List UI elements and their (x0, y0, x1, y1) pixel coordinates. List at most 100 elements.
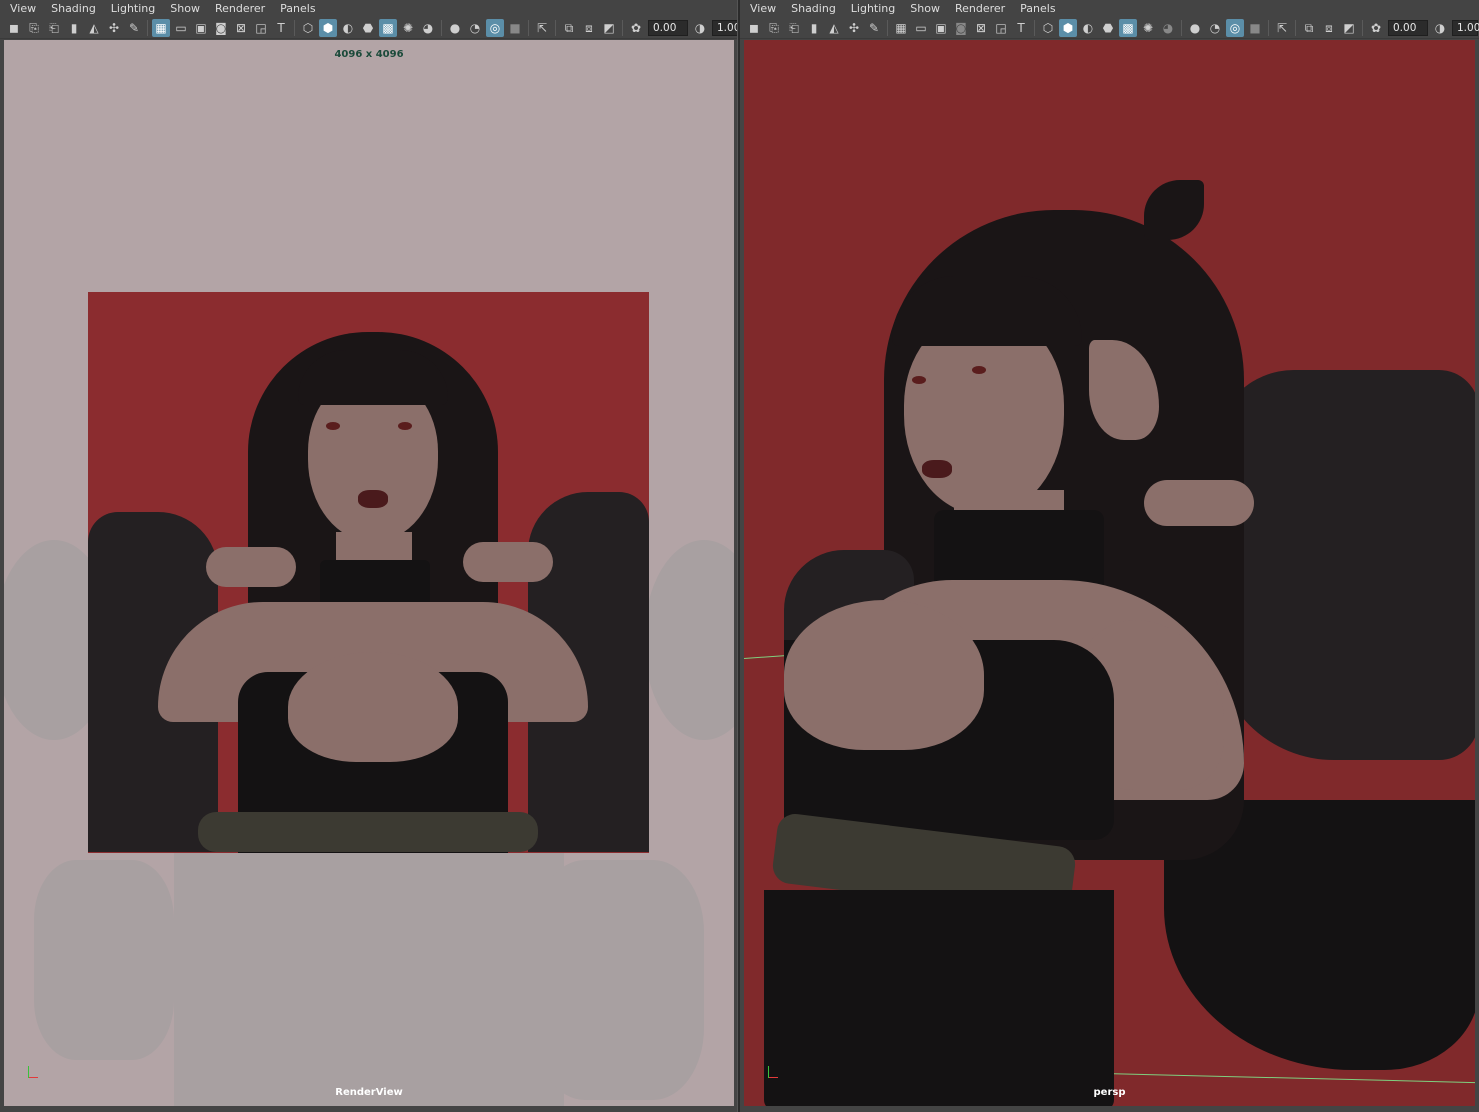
bangs (892, 276, 1082, 346)
menu-renderer[interactable]: Renderer (955, 2, 1005, 15)
smooth-shade-icon[interactable]: ⬢ (319, 18, 337, 37)
xray-active-icon[interactable]: ⧈ (580, 19, 598, 37)
select-camera-icon[interactable]: ◼ (5, 19, 23, 37)
menu-show[interactable]: Show (170, 2, 200, 15)
wireframe-icon[interactable]: ⬡ (299, 19, 317, 37)
camera-attributes-icon[interactable]: ⎘ (25, 19, 43, 37)
toolbar-separator (887, 19, 888, 36)
camera-name-label: RenderView (335, 1087, 403, 1098)
default-material-icon[interactable]: ◐ (339, 19, 357, 37)
gate-mask-icon[interactable]: ◙ (212, 19, 230, 37)
panel-menu-bar: View Shading Lighting Show Renderer Pane… (0, 0, 738, 17)
toolbar-separator (528, 19, 529, 36)
xray-icon[interactable]: ▩ (379, 18, 397, 37)
camera-bookmark-icon[interactable]: ⎗ (785, 19, 803, 37)
menu-shading[interactable]: Shading (791, 2, 836, 15)
screen-space-ao-icon[interactable]: ● (1186, 19, 1204, 37)
menu-lighting[interactable]: Lighting (111, 2, 155, 15)
camera-attributes-icon[interactable]: ⎘ (765, 19, 783, 37)
menu-view[interactable]: View (750, 2, 776, 15)
persp-viewport[interactable]: persp (744, 40, 1475, 1106)
bookmark-icon[interactable]: ▮ (805, 19, 823, 37)
toolbar-separator (1295, 19, 1296, 36)
camera-bookmark-icon[interactable]: ⎗ (45, 19, 63, 37)
menu-show[interactable]: Show (910, 2, 940, 15)
grid-icon[interactable]: ▦ (152, 18, 170, 37)
grid-line (1103, 1073, 1475, 1084)
film-gate-icon[interactable]: ▭ (912, 19, 930, 37)
axis-y-line (28, 1066, 29, 1078)
resolution-gate-icon[interactable]: ▣ (192, 19, 210, 37)
grid-icon[interactable]: ▦ (892, 19, 910, 37)
resolution-gate-icon[interactable]: ▣ (932, 19, 950, 37)
motion-blur-icon[interactable]: ◔ (1206, 19, 1224, 37)
motion-blur-icon[interactable]: ◔ (466, 19, 484, 37)
safe-action-icon[interactable]: ◲ (252, 19, 270, 37)
xray-joints-icon[interactable]: ⧉ (560, 19, 578, 37)
exposure-field[interactable]: 0.00 (648, 19, 688, 36)
menu-view[interactable]: View (10, 2, 36, 15)
wireframe-on-shaded-icon[interactable]: ⬣ (359, 19, 377, 37)
2d-pan-zoom-icon[interactable]: ✣ (105, 19, 123, 37)
gamma-icon[interactable]: ◑ (691, 19, 709, 37)
depth-of-field-icon[interactable]: ■ (1246, 19, 1264, 37)
gamma-field[interactable]: 1.00 (712, 19, 738, 36)
use-all-lights-icon[interactable]: ✺ (1139, 19, 1157, 37)
anti-aliasing-icon[interactable]: ◎ (1226, 18, 1244, 37)
exposure-icon[interactable]: ✿ (627, 19, 645, 37)
chest (288, 652, 458, 762)
render-view-viewport[interactable]: 4096 x 4096 RenderView (4, 40, 734, 1106)
toolbar-separator (1181, 19, 1182, 36)
safe-action-icon[interactable]: ◲ (992, 19, 1010, 37)
safe-title-icon[interactable]: T (272, 19, 290, 37)
menu-panels[interactable]: Panels (280, 2, 315, 15)
wireframe-icon[interactable]: ⬡ (1039, 19, 1057, 37)
2d-pan-zoom-icon[interactable]: ✣ (845, 19, 863, 37)
right-eye (398, 422, 412, 430)
menu-shading[interactable]: Shading (51, 2, 96, 15)
field-chart-icon[interactable]: ⊠ (232, 19, 250, 37)
smooth-shade-icon[interactable]: ⬢ (1059, 18, 1077, 37)
wireframe-on-shaded-icon[interactable]: ⬣ (1099, 19, 1117, 37)
bookmark-icon[interactable]: ▮ (65, 19, 83, 37)
menu-panels[interactable]: Panels (1020, 2, 1055, 15)
image-plane-icon[interactable]: ◭ (825, 19, 843, 37)
axis-indicator (764, 1060, 794, 1082)
grease-pencil-icon[interactable]: ✎ (125, 19, 143, 37)
xray-active-icon[interactable]: ⧈ (1320, 19, 1338, 37)
screen-space-ao-icon[interactable]: ● (446, 19, 464, 37)
exposure-field[interactable]: 0.00 (1388, 19, 1428, 36)
toolbar-separator (441, 19, 442, 36)
image-plane-icon[interactable]: ◭ (85, 19, 103, 37)
panel-toolbar: ◼ ⎘ ⎗ ▮ ◭ ✣ ✎ ▦ ▭ ▣ ◙ ⊠ ◲ T ⬡ ⬢ ◐ ⬣ ▩ ✺ … (0, 17, 738, 39)
isolate-select-icon[interactable]: ⇱ (1273, 19, 1291, 37)
grease-pencil-icon[interactable]: ✎ (865, 19, 883, 37)
gamma-icon[interactable]: ◑ (1431, 19, 1449, 37)
menu-renderer[interactable]: Renderer (215, 2, 265, 15)
field-chart-icon[interactable]: ⊠ (972, 19, 990, 37)
toolbar-separator (622, 19, 623, 36)
depth-of-field-icon[interactable]: ■ (506, 19, 524, 37)
horn (1144, 180, 1204, 240)
isolate-select-icon[interactable]: ⇱ (533, 19, 551, 37)
use-all-lights-icon[interactable]: ✺ (399, 19, 417, 37)
gamma-field[interactable]: 1.00 (1452, 19, 1479, 36)
exposure-icon[interactable]: ✿ (1367, 19, 1385, 37)
safe-title-icon[interactable]: T (1012, 19, 1030, 37)
anti-aliasing-icon[interactable]: ◎ (486, 18, 504, 37)
default-material-icon[interactable]: ◐ (1079, 19, 1097, 37)
xray-icon[interactable]: ▩ (1119, 18, 1137, 37)
shadows-icon[interactable]: ◕ (1159, 19, 1177, 37)
film-gate-icon[interactable]: ▭ (172, 19, 190, 37)
backface-culling-icon[interactable]: ◩ (1340, 19, 1358, 37)
axis-x-line (28, 1077, 38, 1078)
xray-joints-icon[interactable]: ⧉ (1300, 19, 1318, 37)
shadows-icon[interactable]: ◕ (419, 19, 437, 37)
right-sleeve (1214, 370, 1475, 760)
render-preview (88, 292, 649, 853)
left-eye (912, 376, 926, 384)
select-camera-icon[interactable]: ◼ (745, 19, 763, 37)
backface-culling-icon[interactable]: ◩ (600, 19, 618, 37)
menu-lighting[interactable]: Lighting (851, 2, 895, 15)
gate-mask-icon[interactable]: ◙ (952, 19, 970, 37)
